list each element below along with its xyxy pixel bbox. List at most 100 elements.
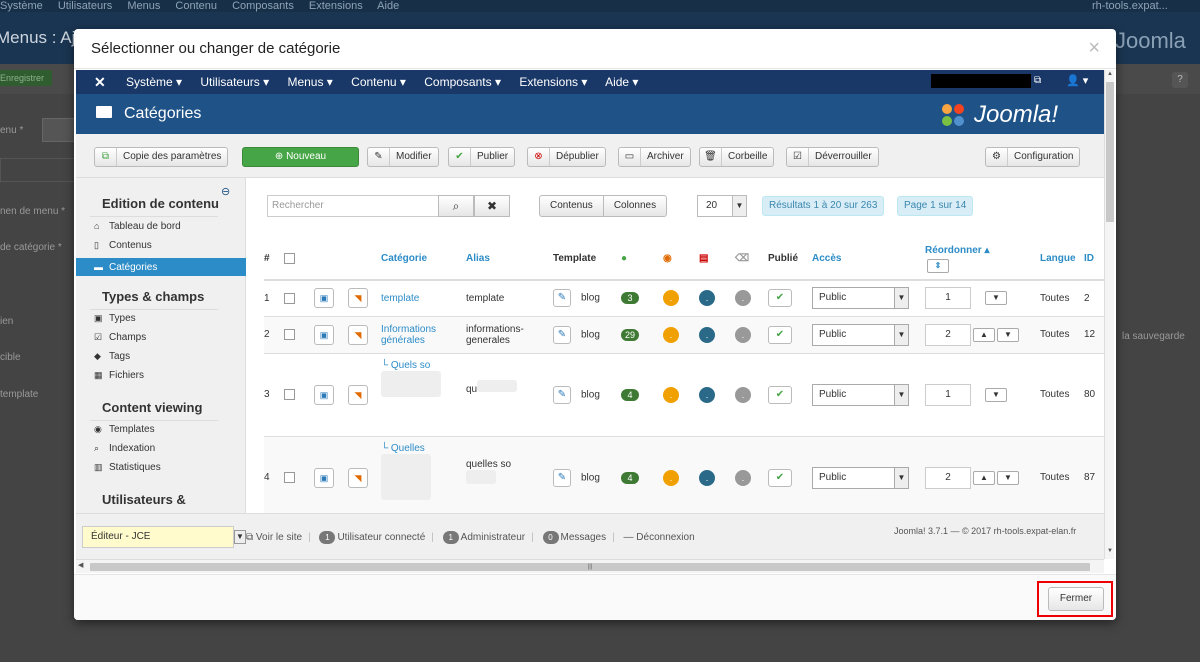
menu-extensions[interactable]: Extensions ▾: [519, 75, 587, 89]
edit-icon[interactable]: ✎: [553, 325, 571, 344]
published-count[interactable]: 3: [621, 292, 639, 305]
sidebar-item-dashboard[interactable]: ⌂ Tableau de bord: [94, 221, 181, 232]
access-select[interactable]: Public ▼: [812, 466, 909, 489]
joomla-icon[interactable]: ✕: [94, 74, 106, 91]
published-count[interactable]: 4: [621, 471, 639, 484]
menu-components[interactable]: Composants ▾: [424, 75, 501, 89]
edit-button[interactable]: ✎ Modifier: [367, 147, 439, 167]
order-input[interactable]: 1: [925, 383, 971, 406]
archived-dot[interactable]: .: [699, 290, 715, 307]
edit-icon[interactable]: ✎: [553, 385, 571, 404]
menu-users[interactable]: Utilisateurs ▾: [200, 75, 269, 89]
move-down-icon[interactable]: ▼: [985, 387, 1007, 402]
messages-link[interactable]: 0 Messages: [542, 531, 606, 544]
sort-icon[interactable]: ⇕: [927, 258, 949, 273]
search-button[interactable]: ⌕: [438, 195, 474, 217]
select-all-checkbox[interactable]: [284, 252, 295, 264]
sidebar-item-templates[interactable]: ◉ Templates: [94, 424, 155, 435]
contents-filter-button[interactable]: Contenus: [540, 196, 603, 216]
scrollbar-thumb[interactable]: |||: [90, 563, 1090, 571]
unpublished-dot[interactable]: .: [663, 326, 679, 343]
scroll-left-icon[interactable]: ◀: [78, 561, 83, 569]
order-input[interactable]: 1: [925, 287, 971, 310]
trashed-dot[interactable]: .: [735, 469, 751, 486]
published-toggle[interactable]: ✔: [768, 325, 792, 344]
category-link[interactable]: └ Quelles: [381, 443, 425, 454]
order-input[interactable]: 2: [925, 466, 971, 489]
access-select[interactable]: Public ▼: [812, 287, 909, 310]
rss-icon[interactable]: ◥: [348, 288, 368, 309]
col-category[interactable]: Catégorie: [381, 238, 466, 281]
category-link[interactable]: template: [381, 293, 419, 304]
move-down-icon[interactable]: ▼: [997, 327, 1019, 342]
sidebar-item-contents[interactable]: ▯ Contenus: [94, 240, 152, 251]
view-site-link[interactable]: ⧉ Voir le site: [246, 532, 302, 543]
col-id[interactable]: ID: [1084, 238, 1104, 281]
archived-dot[interactable]: .: [699, 469, 715, 486]
user-menu[interactable]: 👤 ▾: [1066, 74, 1088, 87]
menu-content[interactable]: Contenu ▾: [351, 75, 406, 89]
new-button[interactable]: ⊕ Nouveau: [242, 147, 359, 167]
access-select[interactable]: Public ▼: [812, 323, 909, 346]
trashed-dot[interactable]: .: [735, 290, 751, 307]
col-reorder[interactable]: Réordonner ▴ ⇕: [925, 238, 1040, 281]
trashed-dot[interactable]: .: [735, 386, 751, 403]
category-link[interactable]: └ Quels so: [381, 360, 430, 371]
access-select[interactable]: Public ▼: [812, 383, 909, 406]
move-up-icon[interactable]: ▲: [973, 327, 995, 342]
monitor-icon[interactable]: ▣: [314, 467, 334, 488]
rss-icon[interactable]: ◥: [348, 324, 368, 345]
limit-select[interactable]: 20 ▼: [697, 195, 747, 217]
row-checkbox[interactable]: [284, 388, 295, 400]
sidebar-item-stats[interactable]: ▥ Statistiques: [94, 462, 161, 473]
unpublished-dot[interactable]: .: [663, 386, 679, 403]
archived-dot[interactable]: .: [699, 386, 715, 403]
sidebar-item-tags[interactable]: ◆ Tags: [94, 351, 130, 362]
rss-icon[interactable]: ◥: [348, 467, 368, 488]
menu-menus[interactable]: Menus ▾: [287, 75, 332, 89]
move-down-icon[interactable]: ▼: [985, 291, 1007, 306]
scrollbar-thumb[interactable]: [1106, 82, 1114, 222]
category-link[interactable]: Informations générales: [381, 324, 436, 346]
monitor-icon[interactable]: ▣: [314, 384, 334, 405]
archive-button[interactable]: ▭ Archiver: [618, 147, 691, 167]
close-button[interactable]: Fermer: [1048, 587, 1104, 611]
move-up-icon[interactable]: ▲: [973, 470, 995, 485]
archived-dot[interactable]: .: [699, 326, 715, 343]
close-icon[interactable]: ×: [1088, 37, 1100, 60]
clear-button[interactable]: ✖: [474, 195, 510, 217]
edit-icon[interactable]: ✎: [553, 289, 571, 308]
trash-button[interactable]: 🗑 Corbeille: [699, 147, 775, 167]
admins-link[interactable]: 1 Administrateur: [442, 531, 525, 544]
horizontal-scrollbar[interactable]: ◀ |||: [76, 559, 1104, 573]
published-toggle[interactable]: ✔: [768, 385, 792, 404]
connected-users-link[interactable]: 1 Utilisateur connecté: [319, 531, 425, 544]
logout-link[interactable]: — Déconnexion: [624, 532, 695, 543]
col-language[interactable]: Langue: [1040, 238, 1084, 281]
published-count[interactable]: 4: [621, 388, 639, 401]
sidebar-item-indexing[interactable]: ⌕ Indexation: [94, 443, 155, 454]
scroll-down-icon[interactable]: ▼: [1105, 548, 1114, 558]
config-button[interactable]: ⚙ Configuration: [985, 147, 1081, 167]
trashed-dot[interactable]: .: [735, 326, 751, 343]
rss-icon[interactable]: ◥: [348, 384, 368, 405]
published-toggle[interactable]: ✔: [768, 468, 792, 487]
editor-select[interactable]: Éditeur - JCE ▼: [82, 526, 246, 548]
row-checkbox[interactable]: [284, 472, 295, 484]
unlock-button[interactable]: ☑ Déverrouiller: [786, 147, 879, 167]
columns-button[interactable]: Colonnes: [602, 196, 666, 216]
published-toggle[interactable]: ✔: [768, 289, 792, 308]
edit-icon[interactable]: ✎: [553, 468, 571, 487]
unpublish-button[interactable]: ⊗ Dépublier: [527, 147, 606, 167]
monitor-icon[interactable]: ▣: [314, 288, 334, 309]
sidebar-item-types[interactable]: ▣ Types: [94, 313, 136, 324]
order-input[interactable]: 2: [925, 323, 971, 346]
move-down-icon[interactable]: ▼: [997, 470, 1019, 485]
row-checkbox[interactable]: [284, 292, 295, 304]
menu-system[interactable]: Système ▾: [126, 75, 182, 89]
unpublished-dot[interactable]: .: [663, 290, 679, 307]
sidebar-item-files[interactable]: ▦ Fichiers: [94, 370, 144, 381]
menu-help[interactable]: Aide ▾: [605, 75, 638, 89]
scroll-up-icon[interactable]: ▲: [1105, 71, 1114, 81]
search-input[interactable]: Rechercher: [267, 195, 439, 217]
